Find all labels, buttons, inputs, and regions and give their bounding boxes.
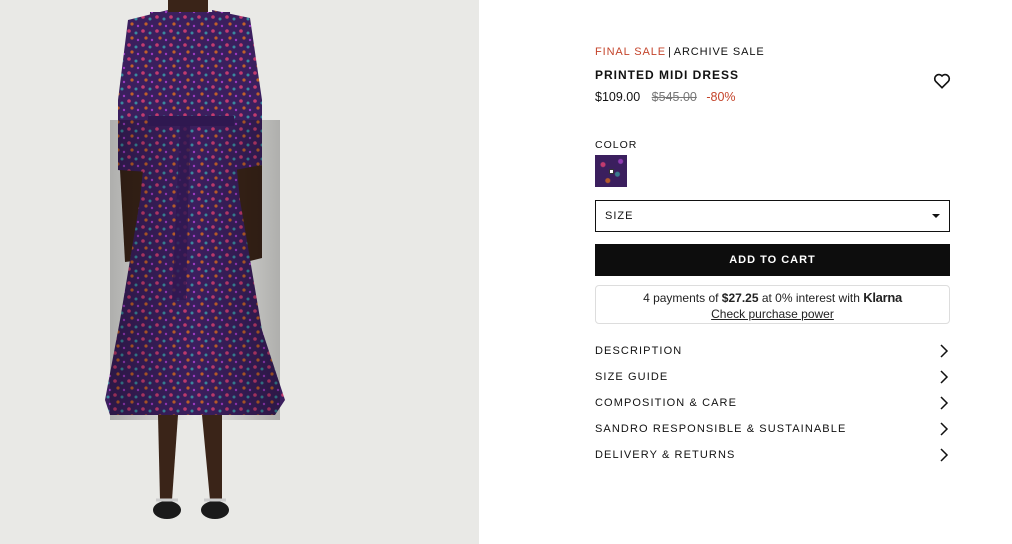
add-to-cart-button[interactable]: ADD TO CART xyxy=(595,244,950,276)
klarna-amount: $27.25 xyxy=(721,291,759,305)
sale-line: FINAL SALE | ARCHIVE SALE xyxy=(595,46,765,58)
accordion-label: DESCRIPTION xyxy=(595,345,683,357)
chevron-right-icon xyxy=(940,396,949,410)
chevron-right-icon xyxy=(940,422,949,436)
final-sale-tag: FINAL SALE xyxy=(595,46,666,58)
product-title: PRINTED MIDI DRESS xyxy=(595,68,740,82)
archive-sale-link[interactable]: ARCHIVE SALE xyxy=(674,46,765,58)
klarna-box: 4 payments of $27.25 at 0% interest with… xyxy=(595,285,950,324)
accordion-responsible-sustainable[interactable]: SANDRO RESPONSIBLE & SUSTAINABLE xyxy=(595,419,950,439)
accordion-label: DELIVERY & RETURNS xyxy=(595,449,736,461)
current-price: $109.00 xyxy=(595,90,641,104)
color-label: COLOR xyxy=(595,139,638,151)
accordion-label: SANDRO RESPONSIBLE & SUSTAINABLE xyxy=(595,423,847,435)
accordion-delivery-returns[interactable]: DELIVERY & RETURNS xyxy=(595,445,950,465)
size-dropdown[interactable]: SIZE xyxy=(595,200,950,232)
original-price: $545.00 xyxy=(651,90,697,104)
product-photo xyxy=(0,0,479,544)
discount-badge: -80% xyxy=(706,90,736,104)
accordion-composition-care[interactable]: COMPOSITION & CARE xyxy=(595,393,950,413)
klarna-message: 4 payments of $27.25 at 0% interest with… xyxy=(596,290,949,305)
accordion-description[interactable]: DESCRIPTION xyxy=(595,341,950,361)
accordion-size-guide[interactable]: SIZE GUIDE xyxy=(595,367,950,387)
check-purchase-power-link[interactable]: Check purchase power xyxy=(711,307,834,321)
heart-icon[interactable] xyxy=(932,71,952,91)
chevron-right-icon xyxy=(940,370,949,384)
klarna-logo: Klarna xyxy=(863,290,902,305)
caret-down-icon xyxy=(932,214,940,218)
accordion-label: COMPOSITION & CARE xyxy=(595,397,738,409)
selected-indicator xyxy=(609,169,614,174)
klarna-prefix: 4 payments of xyxy=(643,291,719,305)
accordion-label: SIZE GUIDE xyxy=(595,371,669,383)
size-label: SIZE xyxy=(605,210,634,222)
price-row: $109.00 $545.00 -80% xyxy=(595,90,736,104)
dress-illustration xyxy=(105,0,285,519)
color-swatch[interactable] xyxy=(595,155,627,187)
chevron-right-icon xyxy=(940,448,949,462)
chevron-right-icon xyxy=(940,344,949,358)
klarna-middle: at 0% interest with xyxy=(761,291,860,305)
sale-separator: | xyxy=(667,46,672,58)
